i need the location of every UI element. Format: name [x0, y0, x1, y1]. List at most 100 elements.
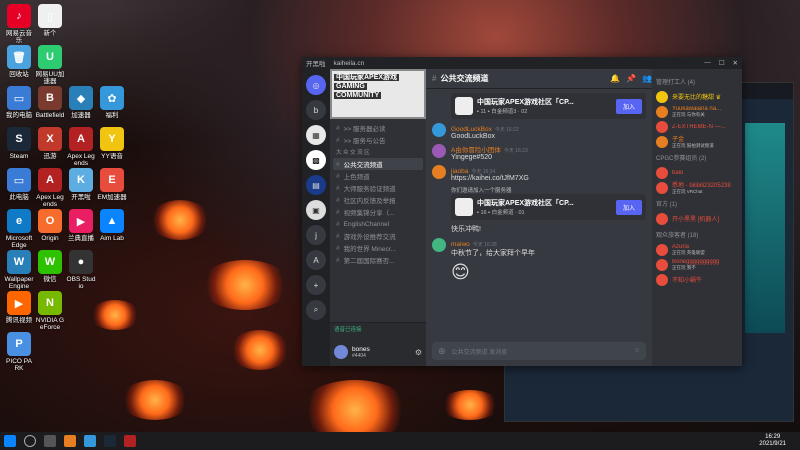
app-icon: ●: [69, 250, 93, 274]
desktop-icon[interactable]: ▲ Aim Lab: [97, 209, 127, 242]
desktop-icon[interactable]: N NVIDIA GeForce: [35, 291, 65, 331]
search-icon[interactable]: [24, 435, 36, 447]
channel-item[interactable]: # >> 服务与公告: [330, 134, 426, 146]
settings-icon[interactable]: ⚙: [415, 348, 422, 357]
members-icon[interactable]: 👥: [642, 74, 652, 83]
message-author[interactable]: maiwo: [451, 241, 470, 248]
member-item[interactable]: 来要无比的糖甜 ♛: [656, 89, 738, 104]
pin-icon[interactable]: 📌: [626, 74, 636, 83]
desktop-icon[interactable]: ◆ 加速器: [66, 86, 96, 119]
join-button[interactable]: 加入: [615, 199, 642, 215]
chat-app-window[interactable]: 开黑啦 kaiheila.cn — ☐ ✕ ◎ b ▦ ▩ ▤ ▣ j A + …: [302, 57, 742, 366]
guild-icon[interactable]: ▦: [306, 125, 326, 145]
avatar[interactable]: [334, 345, 348, 359]
channel-item[interactable]: # >> 服务器必读: [330, 122, 426, 134]
desktop-icon[interactable]: S Steam: [4, 127, 34, 160]
member-item[interactable]: 子金 正在玩 鼓拍测试频道: [656, 134, 738, 149]
member-item[interactable]: 不知小蜗牛: [656, 272, 738, 287]
channel-item[interactable]: # 视频集锦分享（...: [330, 206, 426, 218]
desktop-icon[interactable]: O Origin: [35, 209, 65, 242]
desktop-icon[interactable]: 🗑 回收站: [4, 45, 34, 78]
guild-icon[interactable]: ▩: [306, 150, 326, 170]
guild-icon[interactable]: ▤: [306, 175, 326, 195]
desktop-icon[interactable]: K 开黑啦: [66, 168, 96, 201]
desktop-icon[interactable]: ● OBS Studio: [66, 250, 96, 290]
voice-status[interactable]: 语音已连接: [330, 322, 426, 338]
close-icon[interactable]: ✕: [733, 59, 738, 67]
clock[interactable]: 16:29 2021/9/21: [759, 434, 786, 448]
avatar: [656, 243, 668, 256]
desktop-icon[interactable]: ✿ 福利: [97, 86, 127, 119]
member-item[interactable]: Bonegggggggggg 正在玩 我不: [656, 257, 738, 272]
desktop-icon[interactable]: ♪ 网易云音乐: [4, 4, 34, 44]
bell-icon[interactable]: 🔔: [610, 74, 620, 83]
member-item[interactable]: Azuria 正在玩 英雄联盟: [656, 242, 738, 257]
minimize-icon[interactable]: —: [704, 59, 711, 67]
taskbar-app[interactable]: [84, 435, 96, 447]
taskbar-app[interactable]: [64, 435, 76, 447]
start-button[interactable]: [4, 435, 16, 447]
desktop-icon[interactable]: ▶ 腾讯视频: [4, 291, 34, 324]
app-icon: S: [7, 127, 31, 151]
server-banner[interactable]: 中国玩家APEX游戏 GAMING COMMUNITY: [330, 69, 426, 119]
guild-icon[interactable]: j: [306, 225, 326, 245]
message-input[interactable]: ⊕ 公共交流频道 发消息 ☺: [432, 342, 646, 360]
join-button[interactable]: 加入: [615, 98, 642, 114]
app-icon: ✿: [100, 86, 124, 110]
member-item[interactable]: balo: [656, 165, 738, 180]
channel-item[interactable]: # 公共交流频道: [333, 158, 423, 170]
channel-item[interactable]: # EnglishChannel: [330, 218, 426, 230]
desktop-icon[interactable]: A Apex Legends: [66, 127, 96, 167]
desktop-icon[interactable]: X 迅游: [35, 127, 65, 160]
hash-icon: #: [336, 208, 340, 216]
desktop-icon-label: 我的电脑: [6, 112, 32, 119]
add-server-icon[interactable]: +: [306, 275, 326, 295]
desktop-icon[interactable]: A Apex Legends: [35, 168, 65, 208]
desktop-icon-label: Apex Legends: [36, 194, 64, 209]
desktop-icon[interactable]: E EM加速器: [97, 168, 127, 201]
member-item[interactable]: Z-EXTREME-N —...: [656, 119, 738, 134]
avatar[interactable]: [432, 165, 446, 179]
desktop-icon[interactable]: ▶ 兰典直播: [66, 209, 96, 242]
add-attachment-icon[interactable]: ⊕: [438, 346, 446, 357]
desktop-icon[interactable]: Y YY语音: [97, 127, 127, 160]
maximize-icon[interactable]: ☐: [719, 59, 725, 67]
taskbar-app[interactable]: [124, 435, 136, 447]
desktop-icon[interactable]: W Wallpaper Engine: [4, 250, 34, 290]
channel-item[interactable]: # 社区内反馈及举报: [330, 194, 426, 206]
desktop-icon[interactable]: ▯ 新个: [35, 4, 65, 37]
message-author[interactable]: GoodLuckBox: [451, 126, 492, 133]
message-author[interactable]: A由你冒险小团体: [451, 147, 501, 154]
guild-icon[interactable]: ▣: [306, 200, 326, 220]
desktop-icon[interactable]: B Battlefield: [35, 86, 65, 119]
channel-item[interactable]: # 大师服务验证频道: [330, 182, 426, 194]
desktop-icon[interactable]: W 微信: [35, 250, 65, 283]
guild-icon[interactable]: A: [306, 250, 326, 270]
emoji-icon[interactable]: ☺: [634, 348, 640, 354]
channel-item[interactable]: # 游戏外设推荐交流: [330, 230, 426, 242]
desktop-icon[interactable]: P PICO PARK: [4, 332, 34, 372]
search-icon[interactable]: ⌕: [306, 300, 326, 320]
member-item[interactable]: 悉地 - bilibili23205238 正在玩 VRChat: [656, 180, 738, 195]
avatar[interactable]: [432, 123, 446, 137]
message-author[interactable]: jiaoba: [451, 168, 468, 175]
title-bar[interactable]: 开黑啦 kaiheila.cn — ☐ ✕: [302, 57, 742, 69]
home-icon[interactable]: ◎: [306, 75, 326, 95]
desktop-icon-label: Battlefield: [35, 112, 65, 119]
desktop-icon[interactable]: e Microsoft Edge: [4, 209, 34, 249]
avatar[interactable]: [432, 238, 446, 252]
desktop-icon[interactable]: U 网易UU加速器: [35, 45, 65, 85]
taskbar-app[interactable]: [44, 435, 56, 447]
taskbar-app[interactable]: [104, 435, 116, 447]
channel-item[interactable]: # 上色频道: [330, 170, 426, 182]
avatar[interactable]: [432, 144, 446, 158]
member-item[interactable]: 开小黑黑 [机器人]: [656, 211, 738, 226]
channel-category[interactable]: 大 众 交 流 区: [330, 146, 426, 158]
channel-item[interactable]: # 我的世界 Minecr...: [330, 242, 426, 254]
member-item[interactable]: Yuukawaiana na... 正在玩 与你有关: [656, 104, 738, 119]
member-list: 管理打工人 (4) 来要无比的糖甜 ♛ Yuukawaiana na... 正在玩 与…: [652, 69, 742, 366]
desktop-icon[interactable]: ▭ 此电脑: [4, 168, 34, 201]
guild-icon[interactable]: b: [306, 100, 326, 120]
channel-item[interactable]: # 第二届国际赛否...: [330, 254, 426, 266]
desktop-icon[interactable]: ▭ 我的电脑: [4, 86, 34, 119]
